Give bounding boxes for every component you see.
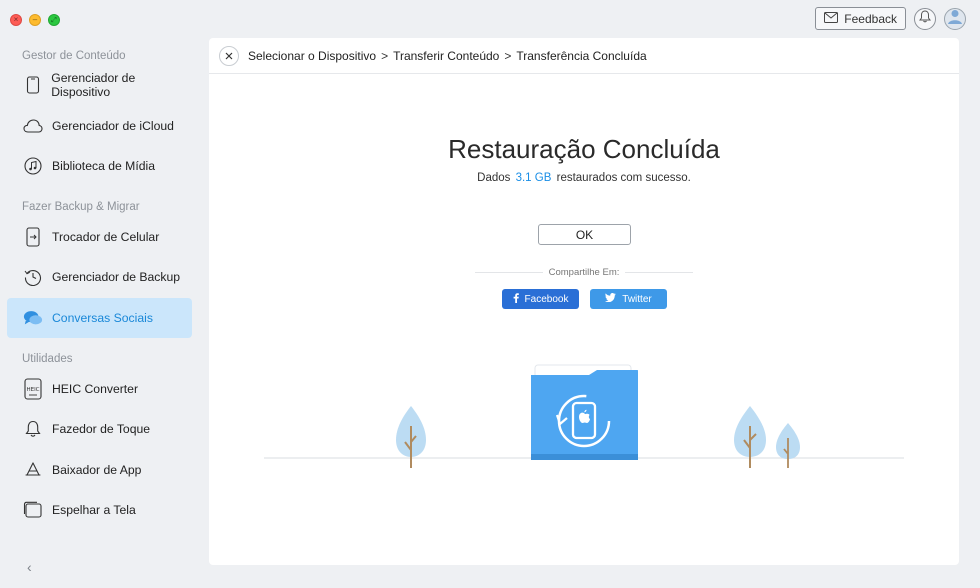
- restored-size: 3.1 GB: [515, 172, 552, 184]
- sidebar-item-label: Fazedor de Toque: [52, 422, 151, 436]
- device-icon: [23, 75, 42, 95]
- facebook-label: Facebook: [524, 293, 569, 305]
- sidebar-item-phone-switcher[interactable]: Trocador de Celular: [7, 217, 192, 257]
- heic-icon: HEIC: [23, 378, 43, 400]
- sidebar-item-label: Gerenciador de Dispositivo: [51, 71, 136, 99]
- minimize-window-button[interactable]: –: [29, 14, 41, 26]
- section-title-content-manager: Gestor de Conteúdo: [22, 50, 126, 62]
- summary-prefix: Dados: [477, 172, 511, 184]
- notification-button[interactable]: [914, 7, 936, 30]
- sidebar-item-heic-converter[interactable]: HEIC HEIC Converter: [7, 369, 192, 409]
- sidebar-item-screen-mirror[interactable]: Espelhar a Tela: [7, 490, 192, 530]
- sidebar-item-label: Baixador de App: [52, 463, 142, 477]
- share-label: Compartilhe Em:: [548, 266, 620, 278]
- cloud-icon: [23, 116, 43, 136]
- restore-complete-illustration: [264, 364, 904, 468]
- sidebar: Gestor de Conteúdo Gerenciador de Dispos…: [0, 38, 200, 588]
- sidebar-item-label: Gerenciador de Backup: [52, 270, 181, 284]
- svg-text:HEIC: HEIC: [26, 387, 39, 393]
- breadcrumb: Selecionar o Dispositivo > Transferir Co…: [209, 38, 959, 74]
- breadcrumb-item-transfer-content[interactable]: Transferir Conteúdo: [393, 49, 499, 63]
- phone-switch-icon: [23, 227, 43, 247]
- breadcrumb-separator: >: [504, 48, 512, 63]
- main-panel: Selecionar o Dispositivo > Transferir Co…: [209, 38, 959, 565]
- folder-icon: [531, 364, 638, 460]
- sidebar-item-label: Conversas Sociais: [52, 311, 153, 325]
- window-controls: × – ⤢: [10, 14, 60, 26]
- page-title: Restauração Concluída: [448, 134, 720, 164]
- avatar-icon: [945, 9, 965, 29]
- collapse-sidebar-button[interactable]: ‹: [27, 559, 32, 575]
- feedback-button[interactable]: Feedback: [815, 7, 906, 30]
- tree-left: [396, 406, 426, 468]
- share-facebook-button[interactable]: Facebook: [502, 289, 579, 309]
- mail-icon: [824, 11, 839, 26]
- sidebar-item-icloud-manager[interactable]: Gerenciador de iCloud: [7, 106, 192, 146]
- sidebar-item-social-chats[interactable]: Conversas Sociais: [7, 298, 192, 338]
- twitter-label: Twitter: [622, 293, 652, 305]
- section-title-utilities: Utilidades: [22, 353, 73, 365]
- music-icon: [23, 156, 43, 176]
- breadcrumb-item-select-device[interactable]: Selecionar o Dispositivo: [248, 49, 376, 63]
- close-icon: [225, 49, 233, 63]
- share-divider: Compartilhe Em:: [475, 266, 693, 278]
- bell-icon: [23, 419, 43, 439]
- sidebar-item-label: Espelhar a Tela: [52, 503, 136, 517]
- sidebar-item-app-downloader[interactable]: Baixador de App: [7, 450, 192, 490]
- screen-mirror-icon: [23, 500, 43, 520]
- sidebar-item-backup-manager[interactable]: Gerenciador de Backup: [7, 257, 192, 297]
- feedback-label: Feedback: [844, 11, 897, 26]
- sidebar-item-device-manager[interactable]: Gerenciador de Dispositivo: [7, 65, 192, 105]
- tree-right-large: [734, 406, 766, 468]
- ok-button[interactable]: OK: [538, 224, 631, 245]
- sidebar-item-ringtone-maker[interactable]: Fazedor de Toque: [7, 409, 192, 449]
- breadcrumb-separator: >: [381, 48, 389, 63]
- bell-icon: [919, 9, 931, 28]
- sidebar-item-label: HEIC Converter: [52, 382, 139, 396]
- sidebar-item-label: Biblioteca de Mídia: [52, 159, 155, 173]
- backup-clock-icon: [23, 267, 43, 287]
- twitter-icon: [605, 293, 617, 305]
- sidebar-item-label: Gerenciador de iCloud: [52, 119, 174, 133]
- app-store-icon: [23, 460, 43, 480]
- zoom-window-button[interactable]: ⤢: [48, 14, 60, 26]
- sidebar-item-media-library[interactable]: Biblioteca de Mídia: [7, 146, 192, 186]
- breadcrumb-item-transfer-complete: Transferência Concluída: [516, 48, 647, 63]
- user-avatar-button[interactable]: [944, 7, 966, 30]
- section-title-backup-migrate: Fazer Backup & Migrar: [22, 201, 140, 213]
- divider-right: [625, 271, 693, 273]
- chat-bubbles-icon: [23, 308, 43, 328]
- close-window-button[interactable]: ×: [10, 14, 22, 26]
- summary-suffix: restaurados com sucesso.: [556, 172, 691, 184]
- facebook-icon: [513, 292, 519, 306]
- share-twitter-button[interactable]: Twitter: [590, 289, 667, 309]
- top-right-toolbar: Feedback: [815, 7, 966, 30]
- sidebar-item-label: Trocador de Celular: [52, 230, 160, 244]
- divider-left: [475, 271, 543, 273]
- tree-right-small: [776, 423, 800, 468]
- close-flow-button[interactable]: [219, 45, 239, 66]
- chevron-left-icon: ‹: [27, 559, 32, 575]
- restore-summary: Dados 3.1 GB restaurados com sucesso.: [209, 172, 959, 184]
